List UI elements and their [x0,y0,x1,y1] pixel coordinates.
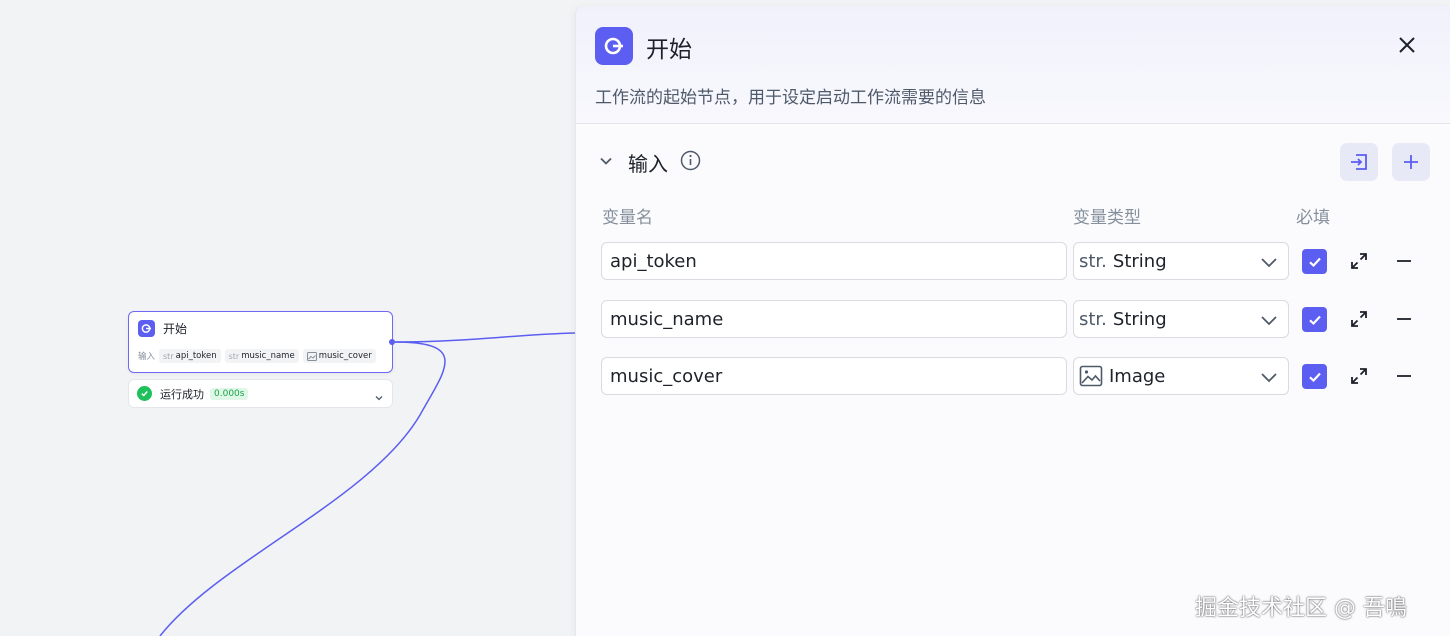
variable-row: Image [576,357,1450,395]
expand-icon [1351,253,1367,269]
panel-description: 工作流的起始节点，用于设定启动工作流需要的信息 [595,88,986,108]
check-icon [1308,372,1321,382]
string-type-icon: str. [1079,308,1107,330]
image-icon [306,351,317,361]
column-header-name: 变量名 [602,208,653,228]
close-button[interactable] [1394,32,1420,58]
variable-row: str. String [576,242,1450,280]
variable-type-select[interactable]: Image [1073,357,1289,395]
required-checkbox[interactable] [1302,307,1327,332]
panel-header: 开始 工作流的起始节点，用于设定启动工作流需要的信息 [576,6,1450,124]
start-icon [595,27,633,65]
check-icon [1308,315,1321,325]
remove-variable-button[interactable] [1393,365,1415,387]
info-icon[interactable] [680,150,701,175]
variable-type-select[interactable]: str. String [1073,242,1289,280]
watermark: 掘金技术社区 @ 吾鳴 [1195,596,1407,621]
import-icon [1351,154,1367,170]
minus-icon [1397,260,1411,262]
required-checkbox[interactable] [1302,364,1327,389]
variable-name-input[interactable] [601,300,1067,338]
minus-icon [1397,375,1411,377]
section-title: 输入 [628,152,668,176]
section-collapse-toggle[interactable] [596,151,616,171]
chevron-down-icon[interactable] [374,388,384,407]
time-badge: 0.000s [210,387,249,400]
start-node[interactable]: 开始 输入 str api_token str music_name music_c… [128,311,393,373]
panel-title: 开始 [646,37,692,63]
node-input-chip: str api_token [159,349,221,363]
type-label: String [1112,250,1167,272]
chevron-down-icon [1261,258,1277,268]
type-label: Image [1109,365,1166,387]
node-output-handle[interactable] [389,339,395,345]
expand-icon [1351,311,1367,327]
expand-button[interactable] [1348,308,1370,330]
expand-button[interactable] [1348,365,1370,387]
chevron-down-icon [600,157,612,165]
variable-name-input[interactable] [601,242,1067,280]
node-title: 开始 [163,322,188,336]
column-header-type: 变量类型 [1073,208,1141,228]
start-icon [138,320,155,337]
status-text: 运行成功 [160,387,204,401]
node-input-chip: music_cover [302,349,376,363]
variable-type-select[interactable]: str. String [1073,300,1289,338]
node-input-chip: str music_name [224,349,299,363]
variable-row: str. String [576,300,1450,338]
run-status-bar[interactable]: 运行成功 0.000s [128,379,393,408]
chevron-down-icon [1261,373,1277,383]
plus-icon [1404,155,1418,169]
required-checkbox[interactable] [1302,249,1327,274]
node-io-label: 输入 [138,352,156,362]
variable-name-input[interactable] [601,357,1067,395]
check-circle-icon [137,386,152,401]
add-variable-button[interactable] [1392,143,1430,181]
image-type-icon [1079,365,1103,387]
edge-to-panel [394,332,577,343]
type-label: String [1112,308,1167,330]
string-type-icon: str. [1079,250,1107,272]
expand-button[interactable] [1348,250,1370,272]
remove-variable-button[interactable] [1393,250,1415,272]
remove-variable-button[interactable] [1393,308,1415,330]
chevron-down-icon [1261,316,1277,326]
node-config-panel: 开始 工作流的起始节点，用于设定启动工作流需要的信息 输入 变量名 变量类型 必… [575,6,1450,636]
minus-icon [1397,318,1411,320]
expand-icon [1351,368,1367,384]
import-variables-button[interactable] [1340,143,1378,181]
column-header-required: 必填 [1296,208,1330,228]
close-icon [1399,37,1415,53]
check-icon [1308,257,1321,267]
node-inputs: 输入 str api_token str music_name music_cove… [138,349,376,363]
